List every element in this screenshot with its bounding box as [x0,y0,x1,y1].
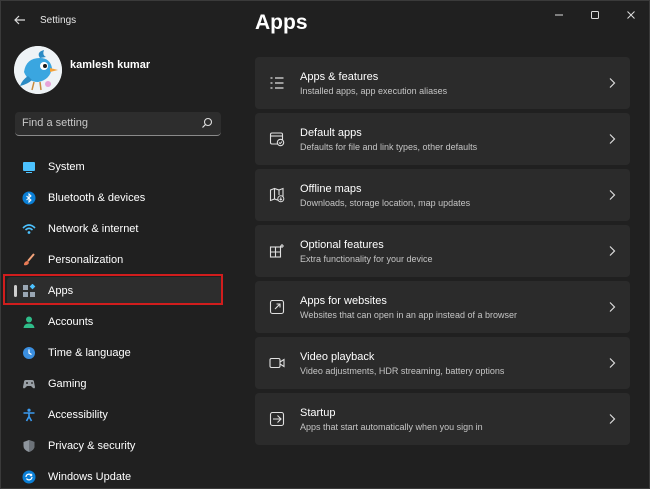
card-subtitle: Apps that start automatically when you s… [300,422,483,432]
card-title: Apps & features [300,71,379,83]
user-profile[interactable]: kamlesh kumar [14,46,234,94]
close-button[interactable] [613,1,649,29]
bluetooth-icon [22,191,36,205]
sidebar-item-time-language[interactable]: Time & language [7,339,223,367]
sidebar-item-label: Windows Update [48,471,132,483]
sidebar-item-label: Accessibility [48,409,108,421]
gamepad-icon [23,380,35,389]
card-subtitle: Downloads, storage location, map updates [300,198,471,208]
card-video-playback[interactable]: Video playback Video adjustments, HDR st… [255,337,630,389]
search-box[interactable] [15,112,221,136]
card-subtitle: Installed apps, app execution aliases [300,86,448,96]
sidebar-nav: System Bluetooth & devices Network & int… [7,153,223,488]
user-name: kamlesh kumar [70,59,151,71]
maximize-button[interactable] [577,1,613,29]
card-title: Optional features [300,239,384,251]
card-title: Startup [300,407,336,419]
card-subtitle: Websites that can open in an app instead… [300,310,517,320]
list-icon [270,77,284,89]
card-subtitle: Extra functionality for your device [300,254,433,264]
page-title: Apps [255,11,308,34]
settings-window: Settings kamlesh kumar Find a setting Sy… [0,0,650,489]
sidebar-item-bluetooth[interactable]: Bluetooth & devices [7,184,223,212]
search-input[interactable] [22,114,192,132]
wifi-icon [22,224,36,234]
startup-icon [269,411,285,427]
sidebar-item-privacy-security[interactable]: Privacy & security [7,432,223,460]
minimize-button[interactable] [541,1,577,29]
maximize-icon [591,11,599,19]
chevron-right-icon [609,246,616,256]
chevron-right-icon [609,134,616,144]
card-startup[interactable]: Startup Apps that start automatically wh… [255,393,630,445]
selection-indicator [14,285,17,297]
map-icon [269,187,285,203]
apps-settings-list: Apps & features Installed apps, app exec… [255,57,630,449]
bird-avatar-icon [14,46,62,94]
sidebar-item-label: Apps [48,285,74,297]
sidebar-item-label: Gaming [48,378,87,390]
sidebar-item-accessibility[interactable]: Accessibility [7,401,223,429]
sidebar-item-label: Privacy & security [48,440,136,452]
minimize-icon [555,14,563,16]
sidebar-item-label: Bluetooth & devices [48,192,146,204]
system-icon [23,162,35,173]
default-apps-icon [269,132,285,147]
card-subtitle: Video adjustments, HDR streaming, batter… [300,366,505,376]
open-external-icon [269,299,285,315]
sidebar-item-label: Personalization [48,254,124,266]
video-icon [269,357,285,369]
app-title: Settings [40,15,77,26]
chevron-right-icon [609,190,616,200]
card-subtitle: Defaults for file and link types, other … [300,142,478,152]
sidebar-item-label: Time & language [48,347,131,359]
search-icon[interactable] [201,117,213,129]
paintbrush-icon [24,253,35,266]
card-title: Apps for websites [300,295,387,307]
card-title: Default apps [300,127,362,139]
chevron-right-icon [609,78,616,88]
card-default-apps[interactable]: Default apps Defaults for file and link … [255,113,630,165]
close-icon [627,11,635,19]
sidebar-item-accounts[interactable]: Accounts [7,308,223,336]
sidebar-item-network[interactable]: Network & internet [7,215,223,243]
back-button[interactable] [11,11,29,29]
avatar [14,46,62,94]
sidebar-item-system[interactable]: System [7,153,223,181]
sidebar-item-windows-update[interactable]: Windows Update [7,463,223,488]
card-apps-features[interactable]: Apps & features Installed apps, app exec… [255,57,630,109]
card-offline-maps[interactable]: Offline maps Downloads, storage location… [255,169,630,221]
shield-icon [23,440,35,452]
chevron-right-icon [609,302,616,312]
apps-icon [23,284,36,297]
sidebar-item-personalization[interactable]: Personalization [7,246,223,274]
accounts-icon [23,316,35,328]
chevron-right-icon [609,358,616,368]
card-optional-features[interactable]: Optional features Extra functionality fo… [255,225,630,277]
accessibility-icon [23,408,35,422]
card-title: Video playback [300,351,375,363]
globe-clock-icon [23,347,35,359]
chevron-right-icon [609,414,616,424]
sidebar-item-label: Accounts [48,316,94,328]
optional-features-icon [269,244,284,258]
back-arrow-icon [14,15,25,25]
sidebar-item-apps[interactable]: Apps [7,277,223,305]
card-title: Offline maps [300,183,362,195]
sidebar-item-label: System [48,161,85,173]
window-controls [541,1,649,29]
sidebar-item-gaming[interactable]: Gaming [7,370,223,398]
sidebar-item-label: Network & internet [48,223,139,235]
update-icon [22,470,36,484]
card-apps-for-websites[interactable]: Apps for websites Websites that can open… [255,281,630,333]
